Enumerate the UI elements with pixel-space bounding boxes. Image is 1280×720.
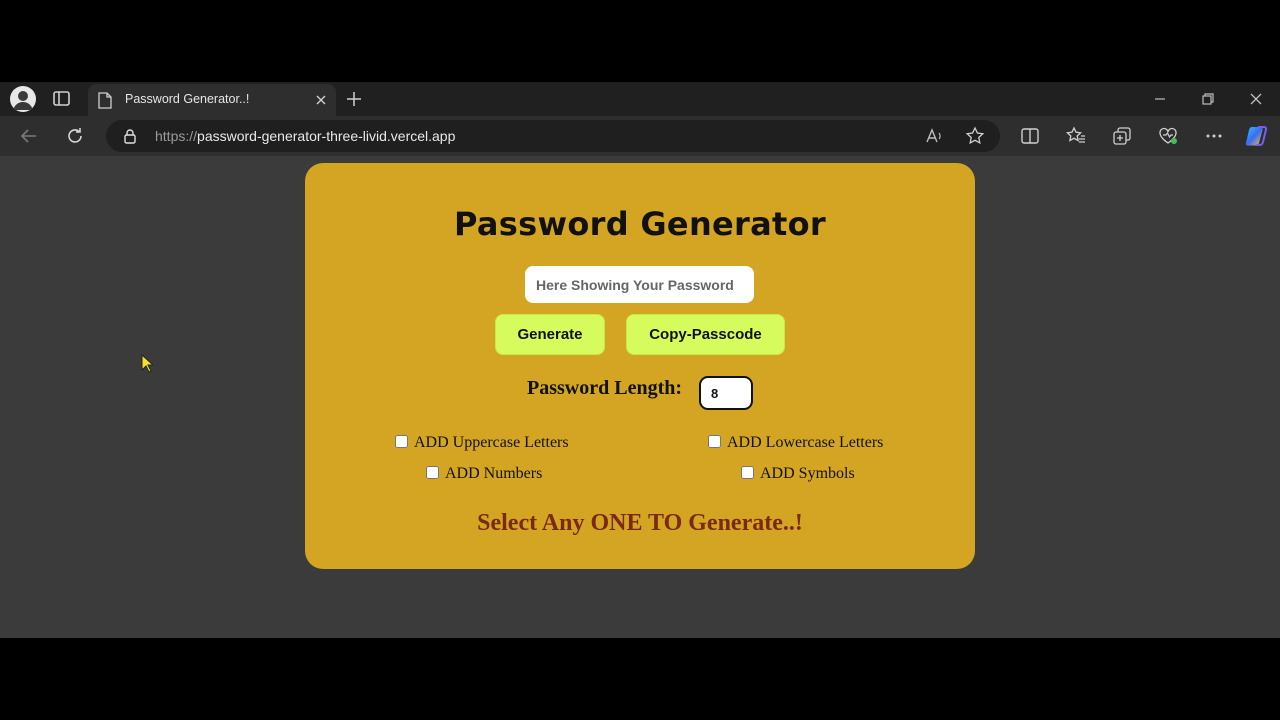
status-message: Select Any ONE TO Generate..!: [477, 510, 803, 536]
numbers-label: ADD Numbers: [445, 465, 543, 482]
password-length-label: Password Length:: [527, 377, 683, 399]
url-scheme: https://: [155, 128, 198, 144]
refresh-icon[interactable]: [64, 125, 86, 147]
browser-toolbar: https://password-generator-three-livid.v…: [0, 116, 1280, 156]
uppercase-checkbox[interactable]: [395, 435, 408, 448]
read-aloud-icon[interactable]: [923, 125, 945, 147]
minimize-icon[interactable]: [1151, 90, 1169, 108]
close-window-icon[interactable]: [1247, 90, 1265, 108]
favorite-star-icon[interactable]: [964, 125, 986, 147]
tab-password-generator[interactable]: Password Generator..!: [88, 84, 336, 116]
back-icon[interactable]: [18, 125, 40, 147]
password-output-field[interactable]: [525, 266, 754, 303]
page-title: Password Generator: [454, 205, 826, 243]
page-viewport: Password Generator Generate Copy-Passcod…: [0, 156, 1280, 638]
tab-title: Password Generator..!: [125, 92, 250, 106]
lowercase-checkbox[interactable]: [708, 435, 721, 448]
generator-card: Password Generator Generate Copy-Passcod…: [305, 163, 975, 569]
new-tab-icon[interactable]: [345, 90, 363, 108]
tab-strip: Password Generator..!: [0, 82, 1280, 116]
restore-icon[interactable]: [1199, 90, 1217, 108]
lock-icon[interactable]: [123, 128, 137, 144]
browser-essentials-icon[interactable]: [1157, 125, 1179, 147]
split-screen-icon[interactable]: [1019, 125, 1041, 147]
page-icon: [98, 92, 112, 109]
close-tab-icon[interactable]: [314, 93, 328, 107]
lowercase-label: ADD Lowercase Letters: [727, 434, 884, 451]
copilot-icon[interactable]: [1244, 123, 1270, 149]
uppercase-label: ADD Uppercase Letters: [414, 434, 569, 451]
password-length-input[interactable]: [699, 376, 753, 410]
copy-passcode-button[interactable]: Copy-Passcode: [626, 314, 785, 355]
generate-button[interactable]: Generate: [495, 314, 605, 355]
tab-actions-icon[interactable]: [52, 90, 72, 108]
browser-window: Password Generator..! https://password-g…: [0, 82, 1280, 638]
numbers-checkbox[interactable]: [426, 466, 439, 479]
url-host: password-generator-three-livid.vercel.ap…: [197, 128, 456, 144]
more-options-icon[interactable]: [1203, 125, 1225, 147]
mouse-cursor-icon: [141, 353, 155, 374]
collections-icon[interactable]: [1111, 125, 1133, 147]
address-bar[interactable]: https://password-generator-three-livid.v…: [106, 120, 1000, 152]
symbols-checkbox[interactable]: [741, 466, 754, 479]
favorites-icon[interactable]: [1065, 125, 1087, 147]
symbols-label: ADD Symbols: [760, 465, 855, 482]
profile-avatar-icon[interactable]: [10, 86, 36, 112]
url-text[interactable]: https://password-generator-three-livid.v…: [155, 128, 455, 144]
